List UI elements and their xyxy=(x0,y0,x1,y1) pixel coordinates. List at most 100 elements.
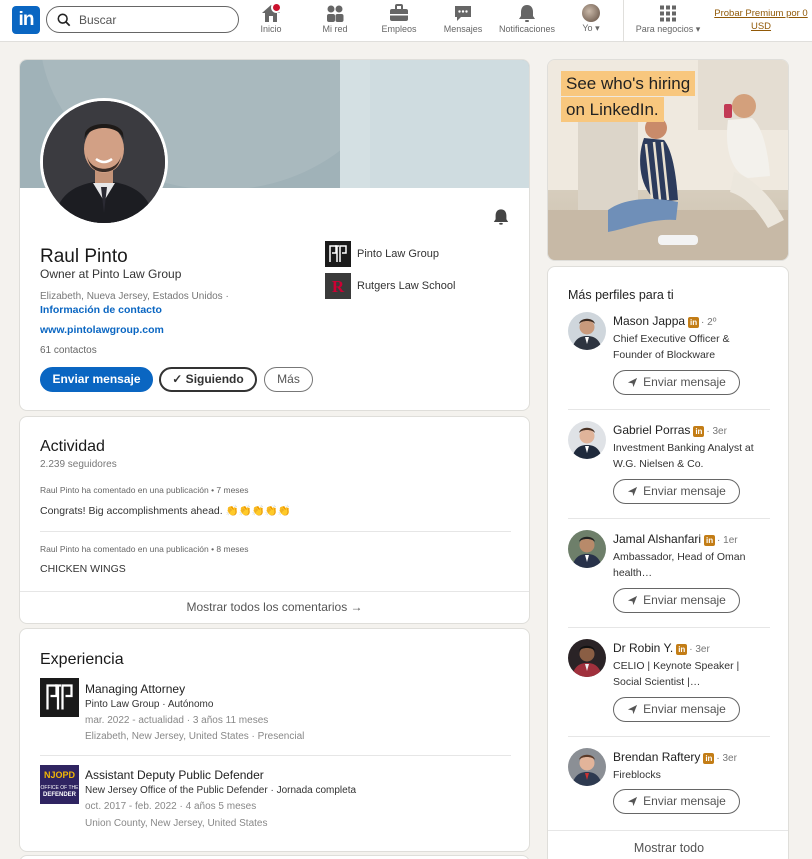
experience-location: Union County, New Jersey, United States xyxy=(85,818,268,829)
send-icon xyxy=(628,595,638,606)
rutgers-logo: R xyxy=(325,273,351,299)
profile-card: Raul Pinto Owner at Pinto Law Group Eliz… xyxy=(19,59,530,411)
experience-dates: oct. 2017 - feb. 2022 · 4 años 5 meses xyxy=(85,801,257,812)
send-message-button[interactable]: Enviar mensaje xyxy=(613,789,740,814)
activity-title: Actividad xyxy=(40,438,105,455)
network-icon xyxy=(327,5,344,22)
nav-notifications[interactable]: Notificaciones xyxy=(496,4,558,38)
njopd-logo[interactable]: NJOPD OFFICE OF THEDEFENDER xyxy=(40,765,79,804)
send-icon xyxy=(628,796,638,807)
svg-text:OFFICE OF THE: OFFICE OF THE xyxy=(41,785,79,791)
send-message-button[interactable]: Enviar mensaje xyxy=(613,370,740,395)
post-text[interactable]: CHICKEN WINGS xyxy=(40,563,126,575)
suggestions-title: Más perfiles para ti xyxy=(568,288,674,302)
experience-title: Experiencia xyxy=(40,651,124,668)
person-name[interactable]: Brendan Raftery in · 3er xyxy=(613,750,737,764)
hiring-ad[interactable]: See who's hiring on LinkedIn. xyxy=(547,59,789,261)
post-text[interactable]: Congrats! Big accomplishments ahead. 👏👏👏… xyxy=(40,504,291,517)
avatar[interactable] xyxy=(568,530,606,568)
profile-photo[interactable] xyxy=(40,98,168,226)
nav-divider xyxy=(623,0,624,42)
notification-badge xyxy=(271,2,282,13)
experience-dates: mar. 2022 - actualidad · 3 años 11 meses xyxy=(85,715,269,726)
experience-role[interactable]: Assistant Deputy Public Defender xyxy=(85,768,264,782)
linkedin-badge-icon: in xyxy=(704,535,716,546)
bell-icon[interactable] xyxy=(492,208,510,226)
show-all-comments-link[interactable]: Mostrar todos los comentarios → xyxy=(20,600,529,614)
person-name[interactable]: Dr Robin Y. in · 3er xyxy=(613,641,710,655)
experience-company: Pinto Law Group · Autónomo xyxy=(85,699,214,710)
grid-icon xyxy=(660,5,676,22)
show-all-button[interactable]: Mostrar todo xyxy=(548,830,788,859)
linkedin-badge-icon: in xyxy=(693,426,705,437)
briefcase-icon xyxy=(390,4,408,21)
svg-text:NJOPD: NJOPD xyxy=(44,770,76,780)
nav-network[interactable]: Mi red xyxy=(318,4,352,38)
post-meta: Raul Pinto ha comentado en una publicaci… xyxy=(40,485,249,495)
send-icon xyxy=(628,486,638,497)
experience-company: New Jersey Office of the Public Defender… xyxy=(85,785,357,796)
bell-icon xyxy=(519,5,535,22)
messaging-icon xyxy=(455,6,471,21)
search-input[interactable] xyxy=(79,10,229,29)
nav-messaging[interactable]: Mensajes xyxy=(442,4,484,38)
profile-name: Raul Pinto xyxy=(40,246,128,267)
nav-home[interactable]: Inicio xyxy=(255,2,287,38)
avatar[interactable] xyxy=(568,421,606,459)
list-item: Gabriel Porras in · 3er Investment Banking… xyxy=(548,421,788,530)
svg-text:DEFENDER: DEFENDER xyxy=(43,792,77,798)
person-headline: Investment Banking Analyst at W.G. Niels… xyxy=(613,442,754,470)
search-box[interactable] xyxy=(46,6,239,33)
svg-text:R: R xyxy=(332,277,345,296)
chevron-down-icon: ▾ xyxy=(595,23,600,33)
person-name[interactable]: Mason Jappa in · 2º xyxy=(613,314,716,328)
post-meta: Raul Pinto ha comentado en una publicaci… xyxy=(40,544,249,554)
search-icon xyxy=(57,13,71,27)
send-message-button[interactable]: Enviar mensaje xyxy=(40,367,153,392)
activity-card: Actividad 2.239 seguidores Raul Pinto ha… xyxy=(19,416,530,624)
experience-location: Elizabeth, New Jersey, United States · P… xyxy=(85,731,305,742)
send-icon xyxy=(628,704,638,715)
ad-image: See who's hiring on LinkedIn. xyxy=(548,60,788,260)
pinto-law-logo xyxy=(325,241,351,267)
nav-jobs[interactable]: Empleos xyxy=(379,4,419,38)
website-link[interactable]: www.pintolawgroup.com xyxy=(40,324,164,336)
send-icon xyxy=(628,377,638,388)
followers-count: 2.239 seguidores xyxy=(40,459,117,470)
ad-headline-1: See who's hiring xyxy=(561,71,696,96)
list-item: Jamal Alshanfari in · 1er Ambassador, Head… xyxy=(548,530,788,639)
linkedin-badge-icon: in xyxy=(703,753,715,764)
contact-info-link[interactable]: Información de contacto xyxy=(40,304,162,316)
list-item: Dr Robin Y. in · 3er CELIO | Keynote Speak… xyxy=(548,639,788,748)
premium-link[interactable]: Probar Premium por 0 USD xyxy=(712,7,810,33)
person-name[interactable]: Gabriel Porras in · 3er xyxy=(613,423,727,437)
person-headline: CELIO | Keynote Speaker | Social Scienti… xyxy=(613,660,740,688)
person-headline: Chief Executive Officer & Founder of Blo… xyxy=(613,333,730,361)
avatar xyxy=(582,4,600,22)
ad-headline-2: on LinkedIn. xyxy=(561,97,664,122)
send-message-button[interactable]: Enviar mensaje xyxy=(613,479,740,504)
profile-location: Elizabeth, Nueva Jersey, Estados Unidos … xyxy=(40,291,229,302)
avatar[interactable] xyxy=(568,639,606,677)
send-message-button[interactable]: Enviar mensaje xyxy=(613,697,740,722)
next-card xyxy=(19,855,530,859)
send-message-button[interactable]: Enviar mensaje xyxy=(613,588,740,613)
nav-me[interactable]: Yo ▾ xyxy=(578,4,604,38)
contacts-count[interactable]: 61 contactos xyxy=(40,345,97,356)
following-button[interactable]: ✓ Siguiendo xyxy=(159,367,257,392)
avatar[interactable] xyxy=(568,312,606,350)
avatar[interactable] xyxy=(568,748,606,786)
linkedin-badge-icon: in xyxy=(688,317,700,328)
linkedin-badge-icon: in xyxy=(676,644,688,655)
nav-business[interactable]: Para negocios ▾ xyxy=(632,4,704,38)
list-item: Mason Jappa in · 2º Chief Executive Office… xyxy=(548,312,788,421)
pinto-law-logo[interactable] xyxy=(40,678,79,717)
top-nav: in Inicio Mi red Empleos Mensajes Notifi… xyxy=(0,0,812,42)
experience-card: Experiencia Managing Attorney Pinto Law … xyxy=(19,628,530,852)
linkedin-logo[interactable]: in xyxy=(12,6,40,34)
person-headline: Ambassador, Head of Oman health… xyxy=(613,551,746,579)
suggested-profiles-card: Más perfiles para ti Mason Jappa in · 2º C… xyxy=(547,266,789,859)
more-button[interactable]: Más xyxy=(264,367,313,392)
experience-role[interactable]: Managing Attorney xyxy=(85,682,185,696)
person-name[interactable]: Jamal Alshanfari in · 1er xyxy=(613,532,738,546)
